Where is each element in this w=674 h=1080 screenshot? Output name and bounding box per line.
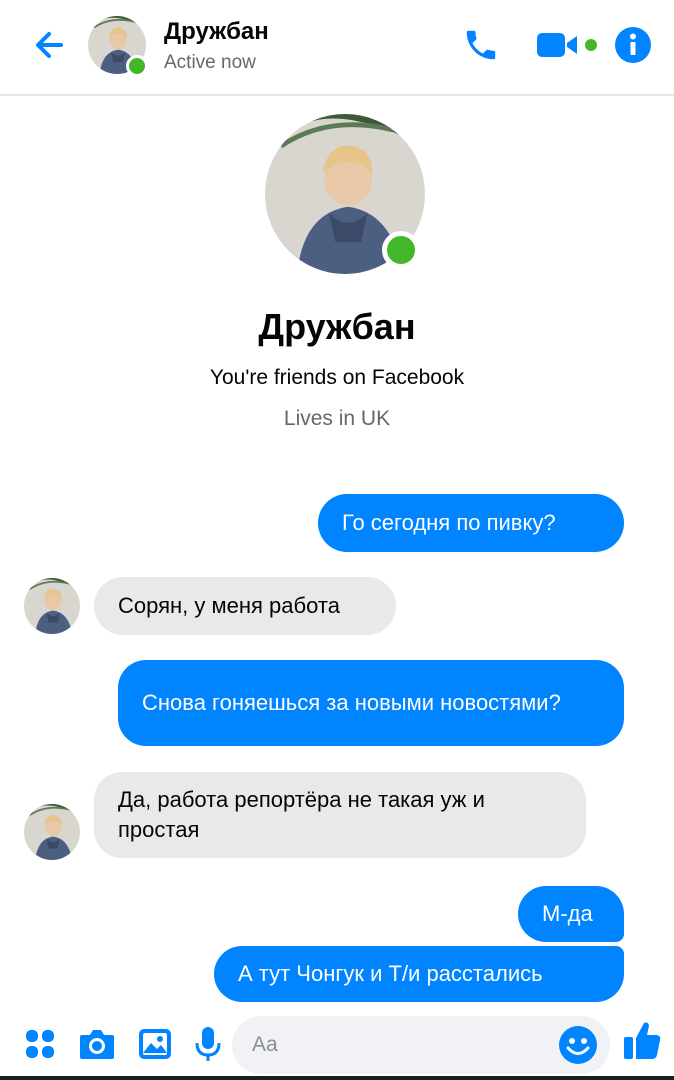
message-input-box[interactable] (232, 1016, 610, 1074)
contact-name[interactable]: Дружбан (164, 18, 269, 46)
emoji-icon[interactable] (558, 1025, 598, 1065)
video-camera-icon[interactable] (532, 22, 602, 68)
contact-avatar[interactable] (88, 16, 148, 77)
microphone-icon[interactable] (188, 1024, 228, 1064)
sender-avatar[interactable] (24, 578, 80, 634)
profile-name: Дружбан (258, 306, 416, 347)
location-info: Lives in UK (283, 407, 391, 430)
info-icon[interactable] (610, 22, 656, 68)
sender-avatar[interactable] (24, 804, 80, 860)
friends-info: You're friends on Facebook (209, 366, 465, 389)
thumbs-up-icon[interactable] (620, 1020, 664, 1060)
profile-avatar[interactable] (265, 114, 425, 274)
online-indicator (382, 231, 420, 269)
message-bubble-outgoing[interactable]: М-да (518, 886, 624, 942)
message-bubble-outgoing[interactable]: Снова гоняешься за новыми новостями? (118, 660, 624, 746)
message-composer (0, 1010, 674, 1080)
online-indicator (126, 55, 148, 77)
message-bubble-outgoing[interactable]: Го сегодня по пивку? (318, 494, 624, 552)
system-nav-edge (0, 1076, 674, 1080)
message-bubble-incoming[interactable]: Да, работа репортёра не такая уж и прост… (94, 772, 586, 858)
arrow-left-icon[interactable] (28, 24, 70, 66)
phone-icon[interactable] (458, 22, 504, 68)
chat-header: Дружбан Active now (0, 0, 674, 96)
message-bubble-outgoing[interactable]: А тут Чонгук и Т/и расстались (214, 946, 624, 1002)
apps-grid-icon[interactable] (20, 1024, 60, 1064)
camera-icon[interactable] (76, 1024, 118, 1064)
gallery-image-icon[interactable] (134, 1024, 176, 1064)
message-bubble-incoming[interactable]: Сорян, у меня работа (94, 577, 396, 635)
active-status: Active now (164, 52, 256, 73)
message-input[interactable] (252, 1016, 552, 1074)
